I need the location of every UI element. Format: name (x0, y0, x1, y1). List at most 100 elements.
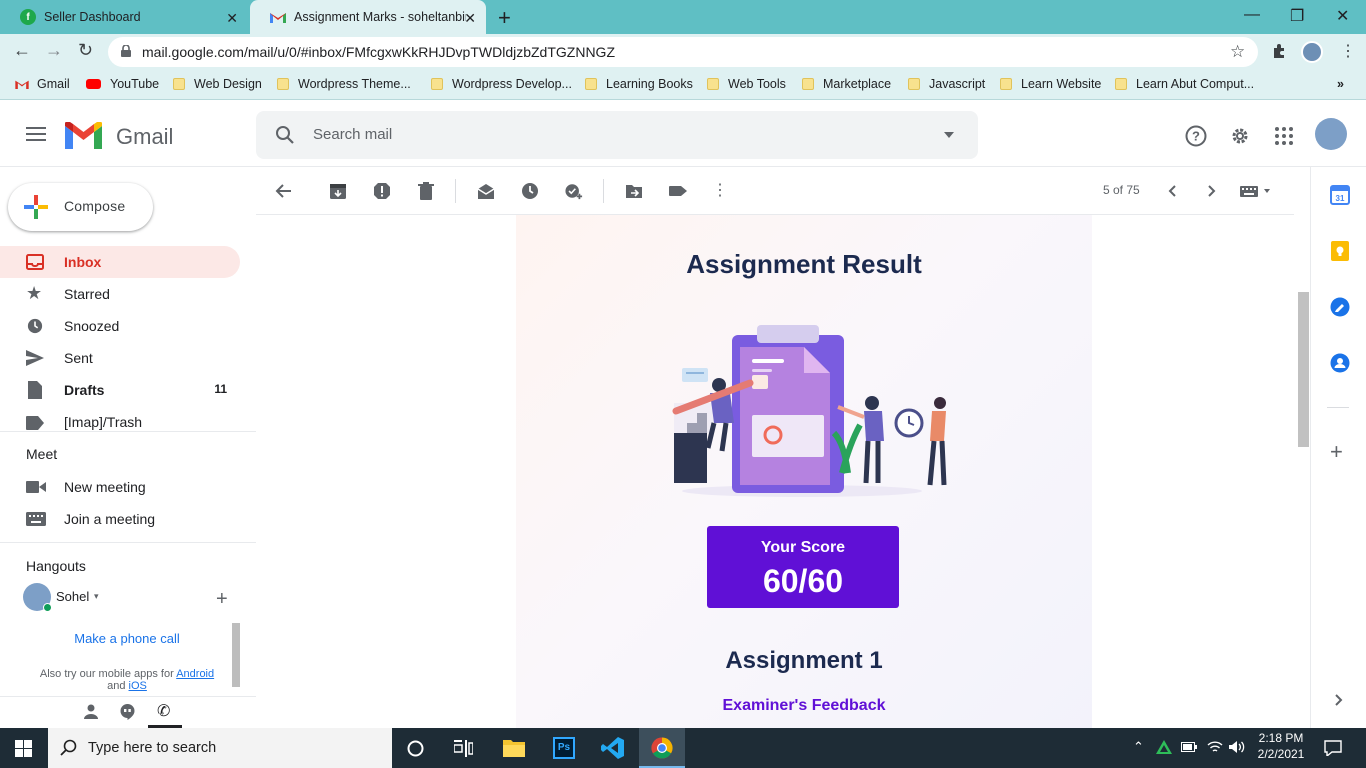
bookmark-label: Web Design (194, 77, 262, 91)
bookmark-marketplace[interactable]: Marketplace (802, 77, 891, 91)
search-box[interactable]: Search mail (256, 111, 978, 159)
bookmark-web-design[interactable]: Web Design (173, 77, 262, 91)
user-status-dropdown-icon[interactable]: ▾ (94, 591, 99, 602)
help-icon[interactable]: ? (1185, 125, 1207, 147)
bookmark-javascript[interactable]: Javascript (908, 77, 985, 91)
task-view-icon[interactable] (454, 740, 473, 757)
settings-gear-icon[interactable] (1229, 125, 1251, 147)
new-tab-icon[interactable]: + (498, 5, 511, 31)
sidebar-item-snoozed[interactable]: Snoozed (0, 310, 240, 342)
vscode-icon[interactable] (601, 736, 625, 760)
tray-app-icon[interactable] (1156, 740, 1172, 754)
contacts-person-icon[interactable] (84, 704, 98, 720)
keep-icon[interactable] (1330, 241, 1350, 261)
volume-icon[interactable] (1229, 740, 1247, 754)
tab-seller-dashboard[interactable]: f Seller Dashboard ✕ (0, 0, 248, 34)
clock[interactable]: 2:18 PM 2/2/2021 (1255, 731, 1307, 761)
get-addons-plus-icon[interactable]: + (1330, 439, 1343, 465)
show-side-panel-chevron-icon[interactable] (1335, 694, 1343, 706)
close-tab-icon[interactable]: ✕ (226, 10, 238, 27)
sidebar-item-trash[interactable]: [Imap]/Trash (0, 406, 240, 438)
tasks-icon[interactable] (1330, 297, 1350, 317)
older-chevron-right-icon[interactable] (1208, 185, 1216, 197)
reload-icon[interactable]: ↻ (78, 40, 93, 61)
calendar-icon[interactable]: 31 (1330, 185, 1350, 205)
newer-chevron-left-icon[interactable] (1168, 185, 1176, 197)
labels-icon[interactable] (669, 182, 687, 200)
input-tools-keyboard-icon[interactable] (1240, 186, 1272, 197)
hangouts-user-name[interactable]: Sohel (56, 589, 89, 604)
chrome-taskbar-button[interactable] (639, 728, 685, 768)
back-icon[interactable]: ← (13, 40, 31, 61)
battery-icon[interactable] (1181, 742, 1197, 752)
compose-button[interactable]: Compose (8, 183, 153, 231)
wifi-icon[interactable] (1207, 740, 1223, 754)
report-spam-icon[interactable] (373, 182, 391, 200)
hangouts-scrollbar[interactable] (232, 623, 240, 687)
bookmark-web-tools[interactable]: Web Tools (707, 77, 786, 91)
close-tab-icon[interactable]: ✕ (464, 10, 476, 27)
message-scrollbar[interactable] (1298, 292, 1309, 447)
apps-grid-icon[interactable] (1275, 127, 1293, 145)
make-phone-call-link[interactable]: Make a phone call (22, 631, 232, 646)
bookmark-learning-books[interactable]: Learning Books (585, 77, 693, 91)
mark-unread-icon[interactable] (477, 182, 495, 200)
gmail-logo-icon[interactable] (65, 122, 102, 149)
new-conversation-plus-icon[interactable]: + (216, 588, 228, 611)
main-menu-icon[interactable] (26, 127, 46, 141)
close-window-icon[interactable]: ✕ (1336, 6, 1349, 26)
ios-link[interactable]: iOS (129, 680, 147, 692)
contacts-icon[interactable] (1330, 353, 1350, 373)
search-options-icon[interactable] (944, 132, 954, 138)
chrome-menu-icon[interactable]: ⋮ (1340, 41, 1356, 61)
show-hidden-icons-chevron-icon[interactable]: ⌃ (1133, 739, 1144, 755)
sidebar-item-starred[interactable]: ★ Starred (0, 278, 240, 310)
cortana-icon[interactable] (407, 740, 424, 757)
snooze-clock-icon[interactable] (521, 182, 539, 200)
account-avatar[interactable] (1315, 118, 1347, 150)
taskbar-search-input[interactable]: Type here to search (88, 740, 216, 756)
restore-icon[interactable]: ❐ (1290, 6, 1304, 26)
taskbar-search-box[interactable]: Type here to search (48, 728, 392, 768)
sidebar-item-drafts[interactable]: Drafts 11 (0, 374, 240, 406)
windows-start-icon[interactable] (15, 740, 32, 757)
address-bar[interactable]: mail.google.com/mail/u/0/#inbox/FMfcgxwK… (108, 37, 1258, 67)
minimize-icon[interactable]: — (1244, 6, 1260, 24)
notifications-icon[interactable] (1324, 740, 1342, 756)
url-text: mail.google.com/mail/u/0/#inbox/FMfcgxwK… (142, 44, 615, 60)
delete-icon[interactable] (417, 182, 435, 200)
join-meeting-button[interactable]: Join a meeting (0, 503, 240, 535)
bookmark-wordpress-theme[interactable]: Wordpress Theme... (277, 77, 411, 91)
star-bookmark-icon[interactable]: ☆ (1230, 42, 1245, 62)
sidebar-item-inbox[interactable]: Inbox (0, 246, 240, 278)
bookmark-wordpress-develop[interactable]: Wordpress Develop... (431, 77, 572, 91)
tab-assignment-marks[interactable]: Assignment Marks - soheltanbir1 ✕ (250, 0, 486, 34)
move-to-icon[interactable] (625, 182, 643, 200)
bookmark-learn-website[interactable]: Learn Website (1000, 77, 1101, 91)
profile-avatar[interactable] (1301, 41, 1323, 63)
file-explorer-icon[interactable] (503, 738, 525, 757)
bookmark-label: Web Tools (728, 77, 786, 91)
bookmark-gmail[interactable]: Gmail (15, 77, 70, 91)
folder-icon (585, 78, 597, 90)
forward-icon[interactable]: → (45, 40, 63, 61)
extensions-icon[interactable] (1271, 43, 1288, 60)
search-icon[interactable] (275, 125, 295, 145)
divider (1327, 407, 1349, 408)
new-meeting-button[interactable]: New meeting (0, 471, 240, 503)
hangouts-chat-icon[interactable] (120, 704, 135, 720)
hangouts-avatar[interactable] (23, 583, 52, 612)
android-link[interactable]: Android (176, 668, 214, 680)
photoshop-icon[interactable]: Ps (553, 737, 575, 759)
sidebar-item-sent[interactable]: Sent (0, 342, 240, 374)
add-to-tasks-icon[interactable] (565, 182, 583, 200)
bookmark-learn-computer[interactable]: Learn Abut Comput... (1115, 77, 1254, 91)
more-options-icon[interactable]: ⋮ (712, 180, 728, 200)
bookmark-youtube[interactable]: YouTube (86, 77, 159, 91)
back-to-inbox-icon[interactable] (274, 182, 292, 200)
archive-icon[interactable] (329, 182, 347, 200)
more-bookmarks-icon[interactable]: » (1337, 77, 1344, 91)
phone-tab[interactable]: ✆ (148, 696, 182, 728)
gmail-brand-text[interactable]: Gmail (116, 124, 173, 150)
search-input[interactable]: Search mail (313, 126, 392, 143)
